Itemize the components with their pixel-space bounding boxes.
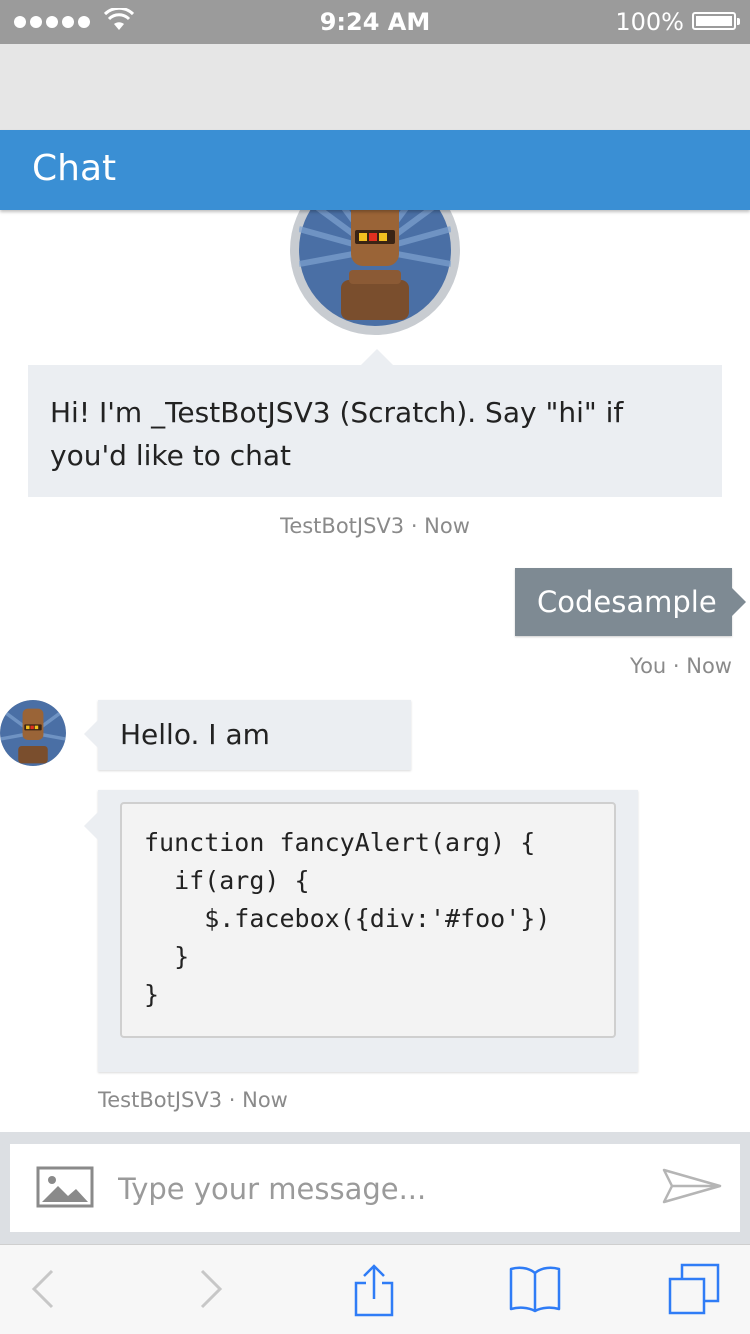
bot-avatar-large xyxy=(290,210,460,335)
image-upload-icon[interactable] xyxy=(36,1166,94,1208)
code-block: function fancyAlert(arg) { if(arg) { $.f… xyxy=(120,802,616,1038)
battery-percent: 100% xyxy=(615,8,684,36)
back-chevron-icon[interactable] xyxy=(30,1263,56,1315)
message-input-container xyxy=(10,1144,740,1232)
battery-icon xyxy=(692,12,740,30)
bot-avatar xyxy=(0,700,66,766)
code-text: function fancyAlert(arg) { if(arg) { $.f… xyxy=(144,828,551,1009)
send-icon[interactable] xyxy=(662,1166,722,1206)
tabs-icon[interactable] xyxy=(668,1263,720,1315)
status-bar: 9:24 AM 100% xyxy=(0,0,750,44)
chat-title: Chat xyxy=(32,148,117,189)
message-meta: TestBotJSV3 · Now xyxy=(280,514,470,538)
browser-toolbar xyxy=(0,1244,750,1334)
forward-chevron-icon[interactable] xyxy=(198,1263,224,1315)
message-meta: You · Now xyxy=(630,654,732,678)
robot-icon xyxy=(0,700,66,766)
bot-intro-card: Hi! I'm _TestBotJSV3 (Scratch). Say "hi"… xyxy=(28,349,722,497)
message-composer xyxy=(0,1132,750,1244)
share-icon[interactable] xyxy=(352,1263,396,1317)
message-input[interactable] xyxy=(116,1162,640,1216)
chat-history[interactable]: Hi! I'm _TestBotJSV3 (Scratch). Say "hi"… xyxy=(0,210,750,1132)
bot-code-card: function fancyAlert(arg) { if(arg) { $.f… xyxy=(84,790,638,1072)
bot-message-bubble: Hello. I am TestBot. xyxy=(84,700,411,821)
user-message-bubble: Codesample xyxy=(515,568,746,636)
message-meta: TestBotJSV3 · Now xyxy=(98,1088,288,1112)
browser-url-bar xyxy=(0,44,750,130)
robot-icon xyxy=(299,210,451,326)
bookmarks-icon[interactable] xyxy=(508,1263,562,1313)
chat-header: Chat xyxy=(0,130,750,210)
